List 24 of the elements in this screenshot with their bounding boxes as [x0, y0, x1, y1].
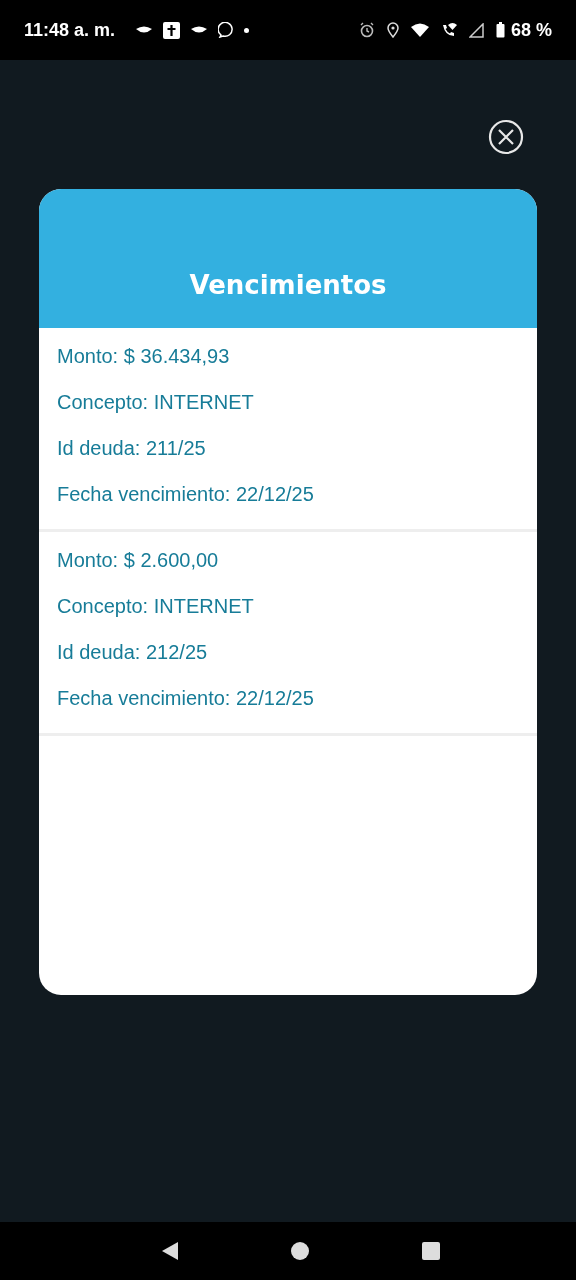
detail-text: Fecha vencimiento: 22/12/25	[57, 687, 315, 709]
detail-text: Monto: $ 36.434,93	[57, 345, 231, 367]
wifi-call-icon	[440, 22, 457, 38]
back-icon[interactable]	[161, 1241, 180, 1261]
battery-percent: 68 %	[510, 19, 552, 41]
detail-text: Id deuda: 212/25	[57, 641, 209, 663]
status-time: 11:48 a. m.	[24, 19, 116, 41]
battery-icon	[495, 22, 505, 38]
dot-icon	[244, 27, 250, 33]
detail-text: Fecha vencimiento: 22/12/25	[57, 483, 315, 505]
wifi-icon	[410, 23, 429, 37]
signal-icon	[468, 22, 484, 38]
location-pin-icon	[386, 22, 399, 38]
chat-bubble-icon	[218, 22, 235, 38]
detail-text: Concepto: INTERNET	[57, 391, 255, 413]
alarm-icon	[358, 22, 375, 38]
recents-icon[interactable]	[421, 1242, 440, 1260]
detail-text: Concepto: INTERNET	[57, 595, 255, 617]
detail-text: Monto: $ 2.600,00	[57, 549, 220, 571]
detail-text: Id deuda: 211/25	[57, 437, 207, 459]
home-icon[interactable]	[291, 1242, 310, 1260]
cross-icon	[163, 21, 181, 39]
close-icon[interactable]	[488, 119, 524, 155]
dialog-title: Vencimientos	[189, 270, 387, 300]
